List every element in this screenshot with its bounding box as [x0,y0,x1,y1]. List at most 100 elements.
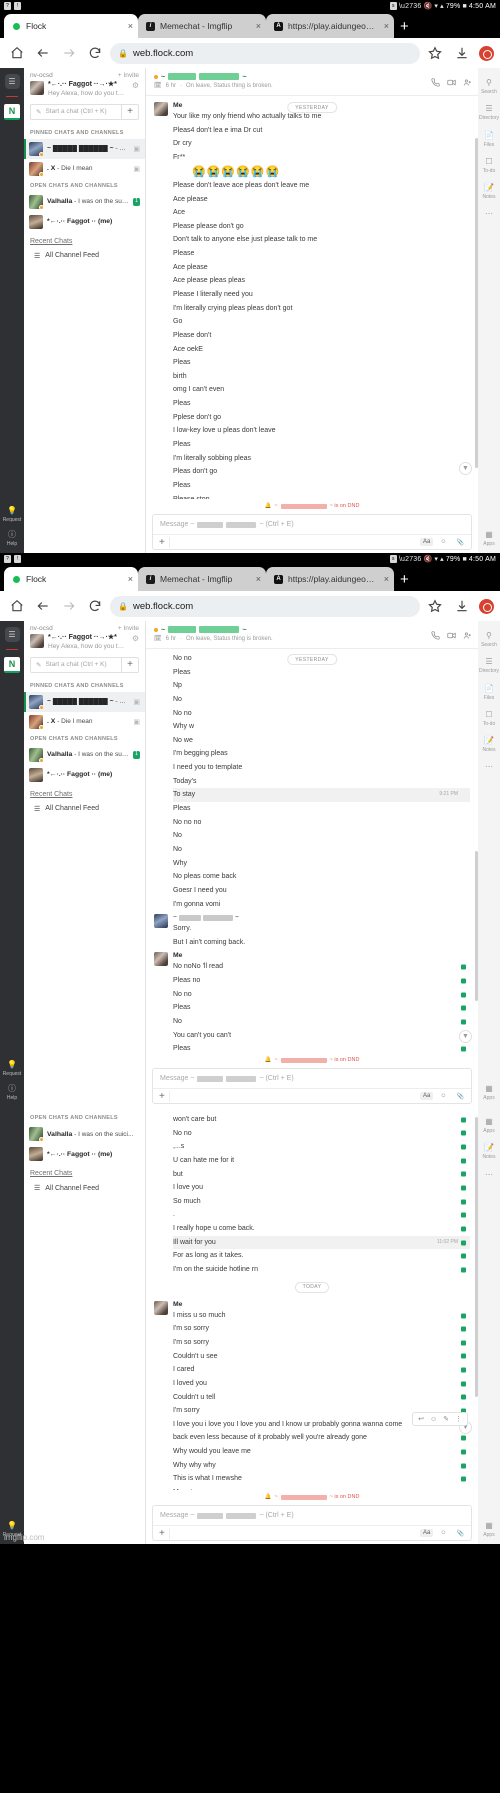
message-line[interactable]: I'm so sorry [173,1322,470,1336]
message-line[interactable]: Pleas [173,1042,470,1053]
sidebar-item-self[interactable]: *←·.·· Faggot ·· (me) [24,212,145,232]
message-line[interactable]: Please please don't go [173,220,470,234]
download-icon[interactable] [449,40,475,66]
message-line[interactable]: Fг** [173,151,470,165]
rail-request-button[interactable]: ▦ Apps [483,1521,494,1538]
right-rail-todo[interactable]: ☐ To-do [483,710,496,727]
call-icon[interactable] [431,627,440,645]
message-line[interactable]: ,...s [173,1140,470,1154]
right-rail-apps[interactable]: ▦ Apps [483,530,494,547]
emoji-icon[interactable]: ☺ [437,1529,449,1537]
message-input[interactable]: Message ~ ~ (Ctrl + E) [153,1069,471,1088]
message-line[interactable]: I love you [173,1181,470,1195]
message-line[interactable]: No no no [173,816,470,830]
message-line[interactable]: I miss u so much [173,1309,470,1323]
flock-logo-icon[interactable]: ☰ [4,74,20,89]
emoji-icon[interactable]: ☺ [437,1092,449,1100]
team-switcher-button[interactable]: N [4,657,20,673]
close-icon[interactable]: × [256,21,261,31]
message-line[interactable]: Pplese don't go [173,411,470,425]
message-line[interactable]: omg I can't even [173,383,470,397]
add-member-icon[interactable] [463,627,472,645]
message-line[interactable]: Pleas [173,397,470,411]
message-line[interactable]: I'm gonna vomi [173,898,470,912]
attach-icon[interactable]: 📎 [454,538,467,547]
video-icon[interactable] [447,627,456,645]
right-rail-apps[interactable]: ▦ Apps [483,1117,494,1134]
message-line[interactable]: Please stop [173,493,470,499]
message-line[interactable]: Pleas [173,438,470,452]
tab-aidungeon[interactable]: A https://play.aidungeon.io/ × [266,14,394,38]
message-line[interactable]: back even less because of it probably we… [173,1431,470,1445]
composer-1[interactable]: Message ~ ~ (Ctrl + E) + Aa ☺ 📎 [152,514,472,550]
close-icon[interactable]: × [256,574,261,584]
right-rail-more[interactable]: ⋯ [485,1170,493,1181]
call-icon[interactable] [431,74,440,92]
sidebar-item-pinned-1[interactable]: . X - Die I mean ▣ [24,159,145,179]
format-text-button[interactable]: Aa [420,1529,434,1537]
message-list-2[interactable]: YESTERDAY No no Pleas Np No No no Why w No we I… [146,649,478,1053]
recent-chats-link[interactable]: Recent Chats [24,1164,145,1181]
flock-logo-icon[interactable]: ☰ [4,627,20,642]
message-line[interactable]: This is what I mewshe [173,1472,470,1486]
add-member-icon[interactable] [463,74,472,92]
current-user-row[interactable]: *←·.·· Faggot ··→·★* Hey Alexa, how do y… [24,633,145,655]
message-line[interactable]: Pleas [173,666,470,680]
message-line[interactable]: I really hope u come back. [173,1222,470,1236]
message-line[interactable]: Today's [173,775,470,789]
emoji-icon[interactable]: ☺ [437,538,449,546]
message-line[interactable]: Ill wait for you 11:02 PM [173,1235,470,1250]
message-scrollbar[interactable] [475,1117,478,1397]
message-line[interactable]: but [173,1168,470,1182]
forward-arrow-icon[interactable] [56,40,82,66]
forward-arrow-icon[interactable] [56,593,82,619]
sidebar-item-pinned-0[interactable]: ~ █████ ██████ ~ - When I ... ▣ [24,138,145,159]
right-rail-apps[interactable]: ▦ Apps [483,1084,494,1101]
rail-help-button[interactable]: ⓘ Help [7,1084,17,1101]
add-chat-button[interactable]: + [121,657,138,672]
message-line[interactable]: Ace please [173,193,470,207]
home-icon[interactable] [4,40,30,66]
attachment-plus-button[interactable]: + [157,1527,170,1539]
back-arrow-icon[interactable] [30,40,56,66]
message-line[interactable]: No we [173,734,470,748]
add-chat-button[interactable]: + [121,104,138,119]
message-line[interactable]: birth [173,370,470,384]
chevron-down-icon[interactable]: ▼ [459,1030,472,1043]
download-icon[interactable] [449,593,475,619]
new-tab-button[interactable]: + [400,19,409,38]
star-icon[interactable] [422,593,448,619]
message-line[interactable]: Go [173,315,470,329]
reply-icon[interactable]: ↩ [418,1415,424,1423]
message-line[interactable]: Why w [173,720,470,734]
tab-flock[interactable]: Flock × [4,567,138,591]
message-line[interactable]: I cared [173,1363,470,1377]
sidebar-item-pinned-0[interactable]: ~ █████ ██████ ~ - When I ... ▣ [24,691,145,712]
reload-icon[interactable] [82,40,108,66]
right-rail-notes[interactable]: 📝 Notes [482,1143,495,1160]
message-hover-toolbar[interactable]: ↩ ☺ ✎ ⋮ [412,1412,468,1426]
message-line[interactable]: Please don't [173,329,470,343]
right-rail-directory[interactable]: ☰ Directory [479,104,499,121]
message-line[interactable]: I'm so sorry [173,1336,470,1350]
attachment-plus-button[interactable]: + [157,536,170,548]
address-bar[interactable]: 🔒 web.flock.com [110,595,420,617]
tab-flock[interactable]: Flock × [4,14,138,38]
edit-icon[interactable]: ✎ [443,1415,449,1423]
message-line[interactable]: Pleas don't go [173,465,470,479]
gear-icon[interactable]: ⚙ [132,81,139,90]
sidebar-item-valhalla[interactable]: Valhalla - I was on the suici... 1 [24,192,145,212]
start-chat-input[interactable]: ✎ Start a chat (Ctrl + K) + [30,656,139,673]
video-icon[interactable] [447,74,456,92]
message-line[interactable]: No [173,693,470,707]
sidebar-item-pinned-1[interactable]: . X - Die I mean ▣ [24,712,145,732]
right-rail-directory[interactable]: ☰ Directory [479,657,499,674]
right-rail-more[interactable]: ⋯ [485,209,493,220]
message-list-1[interactable]: YESTERDAY Me Your like my only friend wh… [146,96,478,499]
rail-help-button[interactable]: ⓘ Help [7,530,17,547]
message-line[interactable]: You can't you can't [173,1029,470,1043]
message-line[interactable]: No [173,843,470,857]
message-line[interactable]: I'm literally crying pleas pleas don't g… [173,302,470,316]
message-scrollbar[interactable] [475,851,478,1001]
recent-chats-link[interactable]: Recent Chats [24,785,145,802]
